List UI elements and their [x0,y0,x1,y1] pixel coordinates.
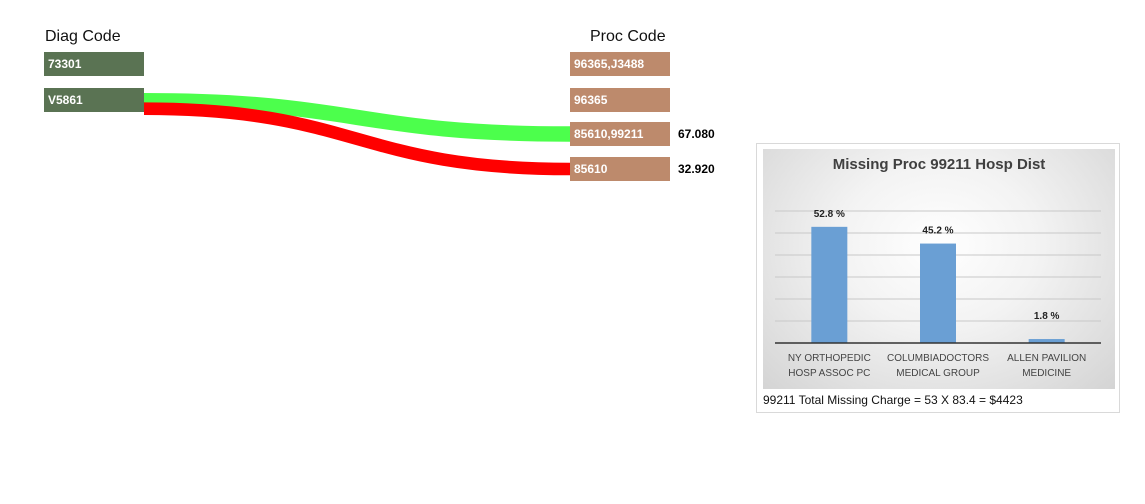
missing-charge-caption: 99211 Total Missing Charge = 53 X 83.4 =… [763,393,1023,407]
data-label: 1.8 % [1034,311,1060,322]
category-label: HOSP ASSOC PC [788,368,870,379]
data-label: 52.8 % [814,209,845,220]
category-label: MEDICAL GROUP [896,368,980,379]
proc-node[interactable]: 85610,99211 [570,122,670,146]
bar-chart: Missing Proc 99211 Hosp Dist 52.8 % 45.2 … [775,156,1101,379]
hosp-dist-panel: Missing Proc 99211 Hosp Dist 52.8 % 45.2 … [756,143,1120,413]
category-label: NY ORTHOPEDIC [788,353,871,364]
diag-node[interactable]: 73301 [44,52,144,76]
diag-node[interactable]: V5861 [44,88,144,112]
data-label: 45.2 % [922,226,953,237]
proc-node[interactable]: 85610 [570,157,670,181]
bar-chart-area: Missing Proc 99211 Hosp Dist 52.8 % 45.2 … [763,149,1115,389]
category-label: MEDICINE [1022,368,1071,379]
proc-node[interactable]: 96365,J3488 [570,52,670,76]
bar[interactable] [811,226,848,343]
bar[interactable] [920,243,956,343]
chart-title: Missing Proc 99211 Hosp Dist [833,156,1046,173]
category-label: ALLEN PAVILION [1007,353,1086,364]
flow-value-label: 67.080 [678,127,715,141]
flow-value-label: 32.920 [678,162,715,176]
category-label: COLUMBIADOCTORS [887,353,989,364]
proc-node[interactable]: 96365 [570,88,670,112]
